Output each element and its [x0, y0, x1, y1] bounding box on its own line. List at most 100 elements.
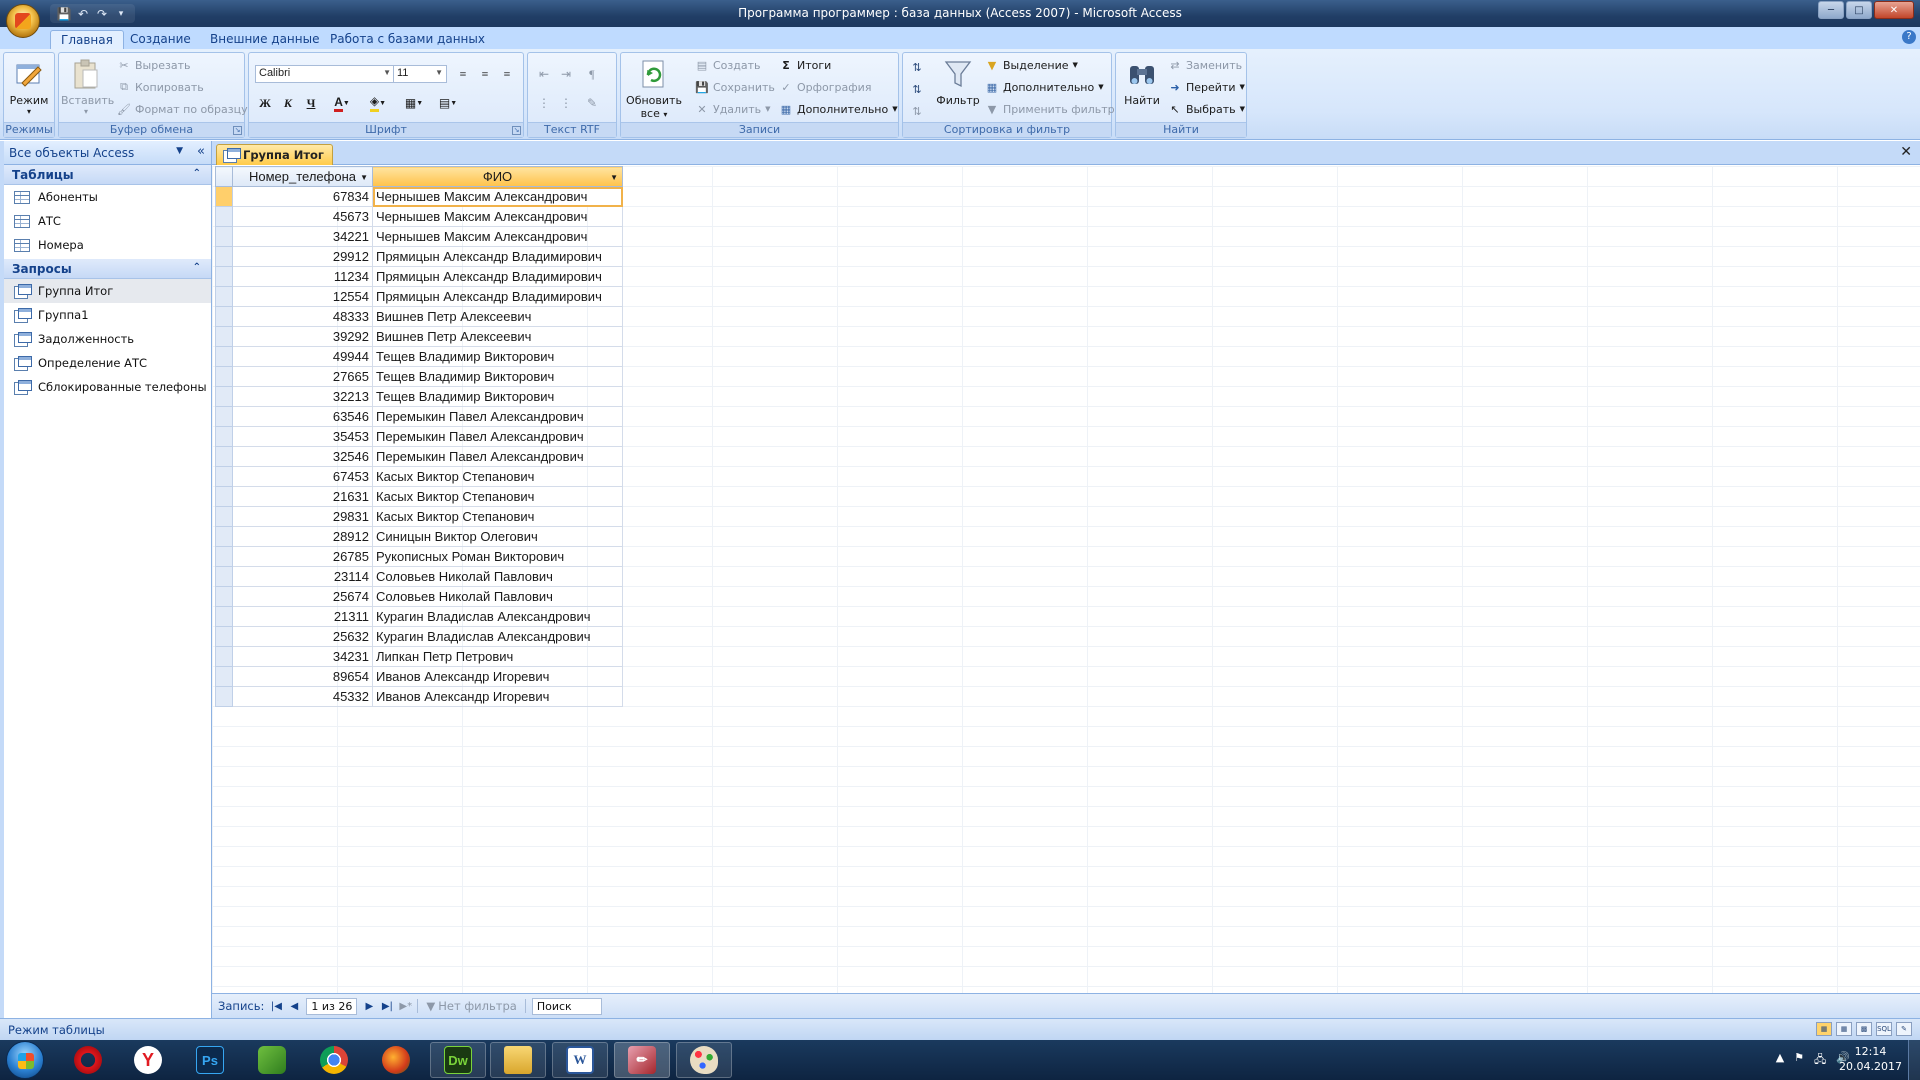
cell-phone-number[interactable]: 11234	[232, 266, 373, 287]
taskbar-chrome[interactable]	[306, 1042, 362, 1078]
fill-color-icon[interactable]: ◈ ▼	[363, 93, 393, 113]
taskbar-yandex[interactable]: Y	[120, 1042, 176, 1078]
spelling-button[interactable]: ✓ Орфография	[779, 77, 871, 97]
row-selector[interactable]	[215, 226, 233, 247]
replace-button[interactable]: ⇄ Заменить	[1168, 55, 1242, 75]
cell-phone-number[interactable]: 89654	[232, 666, 373, 687]
cell-phone-number[interactable]: 45332	[232, 686, 373, 707]
nav-item-subscribers[interactable]: Абоненты	[4, 185, 211, 209]
row-selector[interactable]	[215, 586, 233, 607]
align-right-icon[interactable]: ≡	[497, 64, 517, 84]
table-row[interactable]: 12554 Прямицын Александр Владимирович	[215, 286, 623, 307]
cell-full-name[interactable]: Иванов Александр Игоревич	[372, 666, 623, 687]
table-row[interactable]: 45332 Иванов Александр Игоревич	[215, 686, 623, 707]
row-selector[interactable]	[215, 506, 233, 527]
row-selector[interactable]	[215, 206, 233, 227]
sort-ascending-icon[interactable]: ⇅	[907, 57, 927, 77]
design-view-icon[interactable]: ✎	[1896, 1022, 1912, 1036]
cell-phone-number[interactable]: 21311	[232, 606, 373, 627]
table-row[interactable]: 89654 Иванов Александр Игоревич	[215, 666, 623, 687]
help-icon[interactable]: ?	[1902, 30, 1916, 44]
cell-full-name[interactable]: Соловьев Николай Павлович	[372, 566, 623, 587]
nav-item-ats[interactable]: АТС	[4, 209, 211, 233]
cell-full-name[interactable]: Касых Виктор Степанович	[372, 506, 623, 527]
taskbar-photoshop[interactable]: Ps	[182, 1042, 238, 1078]
cell-phone-number[interactable]: 23114	[232, 566, 373, 587]
row-selector[interactable]	[215, 646, 233, 667]
row-selector[interactable]	[215, 606, 233, 627]
select-button[interactable]: ↖ Выбрать ▼	[1168, 99, 1245, 119]
network-icon[interactable]: 🖧	[1814, 1051, 1826, 1070]
row-selector[interactable]	[215, 686, 233, 707]
new-record-button[interactable]: ▤ Создать	[695, 55, 761, 75]
gridlines-icon[interactable]: ▦ ▼	[401, 93, 427, 113]
table-row[interactable]: 27665 Тещев Владимир Викторович	[215, 366, 623, 387]
table-row[interactable]: 34221 Чернышев Максим Александрович	[215, 226, 623, 247]
table-row[interactable]: 32546 Перемыкин Павел Александрович	[215, 446, 623, 467]
record-counter[interactable]: 1 из 26	[306, 997, 358, 1015]
column-header-phone[interactable]: Номер_телефона ▼	[232, 166, 373, 187]
row-selector[interactable]	[215, 306, 233, 327]
tab-external-data[interactable]: Внешние данные	[200, 30, 329, 49]
nav-item-ats-definition[interactable]: Определение АТС	[4, 351, 211, 375]
pivot-chart-view-icon[interactable]: ▩	[1856, 1022, 1872, 1036]
table-row[interactable]: 25674 Соловьев Николай Павлович	[215, 586, 623, 607]
cell-phone-number[interactable]: 32213	[232, 386, 373, 407]
nav-item-blocked-phones[interactable]: Сблокированные телефоны	[4, 375, 211, 399]
cell-full-name[interactable]: Липкан Петр Петрович	[372, 646, 623, 667]
font-name-combo[interactable]: Calibri ▼	[255, 65, 395, 83]
cell-phone-number[interactable]: 63546	[232, 406, 373, 427]
action-center-icon[interactable]: ⚑	[1794, 1051, 1804, 1070]
datasheet-view-icon[interactable]: ▦	[1816, 1022, 1832, 1036]
clock[interactable]: 12:14 20.04.2017	[1839, 1044, 1902, 1074]
indent-increase-icon[interactable]: ⇥	[556, 64, 576, 84]
close-button[interactable]: ✕	[1874, 1, 1914, 19]
cell-phone-number[interactable]: 29912	[232, 246, 373, 267]
cell-phone-number[interactable]: 67834	[232, 186, 373, 207]
refresh-all-button[interactable]: Обновить все ▾	[625, 55, 683, 121]
nav-section-tables[interactable]: Таблицы ⌃	[4, 165, 211, 185]
table-row[interactable]: 21631 Касых Виктор Степанович	[215, 486, 623, 507]
row-selector[interactable]	[215, 266, 233, 287]
cell-phone-number[interactable]: 67453	[232, 466, 373, 487]
office-button[interactable]	[6, 4, 40, 38]
cell-phone-number[interactable]: 21631	[232, 486, 373, 507]
dialog-launcher-icon[interactable]: ↘	[233, 126, 242, 135]
table-row[interactable]: 35453 Перемыкин Павел Александрович	[215, 426, 623, 447]
search-input[interactable]: Поиск	[531, 997, 602, 1015]
nav-item-debt[interactable]: Задолженность	[4, 327, 211, 351]
cell-full-name[interactable]: Касых Виктор Степанович	[372, 486, 623, 507]
table-row[interactable]: 67453 Касых Виктор Степанович	[215, 466, 623, 487]
cell-full-name[interactable]: Рукописных Роман Викторович	[372, 546, 623, 567]
cell-phone-number[interactable]: 29831	[232, 506, 373, 527]
row-selector[interactable]	[215, 626, 233, 647]
chevron-down-icon[interactable]: ▼	[610, 173, 618, 182]
cell-full-name[interactable]: Чернышев Максим Александрович	[372, 186, 623, 207]
row-selector[interactable]	[215, 666, 233, 687]
taskbar-app2[interactable]	[368, 1042, 424, 1078]
nav-section-queries[interactable]: Запросы ⌃	[4, 259, 211, 279]
cell-phone-number[interactable]: 34231	[232, 646, 373, 667]
nav-item-group-total[interactable]: Группа Итог	[4, 279, 211, 303]
selection-button[interactable]: ▼ Выделение ▼	[985, 55, 1078, 75]
cell-phone-number[interactable]: 28912	[232, 526, 373, 547]
cell-phone-number[interactable]: 39292	[232, 326, 373, 347]
alt-fill-icon[interactable]: ▤ ▼	[433, 93, 463, 113]
taskbar-app[interactable]	[244, 1042, 300, 1078]
cell-full-name[interactable]: Иванов Александр Игоревич	[372, 686, 623, 707]
prev-record-icon[interactable]: ◀	[288, 1001, 300, 1012]
row-selector[interactable]	[215, 246, 233, 267]
minimize-button[interactable]: ─	[1818, 1, 1844, 19]
cell-full-name[interactable]: Вишнев Петр Алексеевич	[372, 326, 623, 347]
table-row[interactable]: 29912 Прямицын Александр Владимирович	[215, 246, 623, 267]
table-row[interactable]: 34231 Липкан Петр Петрович	[215, 646, 623, 667]
show-desktop-button[interactable]	[1908, 1040, 1920, 1080]
cell-full-name[interactable]: Касых Виктор Степанович	[372, 466, 623, 487]
row-selector[interactable]	[215, 186, 233, 207]
cell-phone-number[interactable]: 49944	[232, 346, 373, 367]
close-document-icon[interactable]: ✕	[1900, 144, 1912, 160]
cell-phone-number[interactable]: 12554	[232, 286, 373, 307]
cell-full-name[interactable]: Тещев Владимир Викторович	[372, 386, 623, 407]
bullets-icon[interactable]: ⋮	[534, 93, 554, 113]
clear-sort-icon[interactable]: ⇅	[907, 101, 927, 121]
